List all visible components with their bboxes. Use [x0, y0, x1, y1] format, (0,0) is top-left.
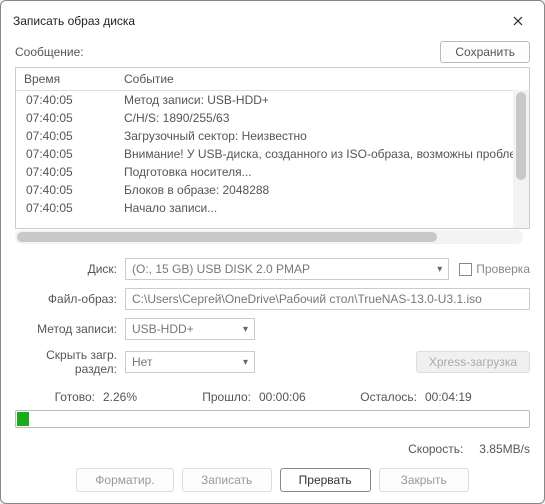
elapsed-value: 00:00:06 [259, 390, 329, 404]
table-row: 07:40:05Начало записи... [16, 199, 529, 217]
save-button[interactable]: Сохранить [440, 41, 530, 63]
vertical-scrollbar[interactable] [513, 90, 529, 228]
checkbox-icon [459, 263, 472, 276]
remain-value: 00:04:19 [425, 390, 472, 404]
hide-label: Скрыть загр. раздел: [15, 348, 125, 376]
message-row: Сообщение: Сохранить [15, 41, 530, 63]
table-row: 07:40:05Загрузочный сектор: Неизвестно [16, 127, 529, 145]
write-method-select[interactable]: USB-HDD+ ▾ [125, 318, 255, 340]
hide-partition-select[interactable]: Нет ▾ [125, 351, 255, 373]
speed-value: 3.85MB/s [479, 442, 530, 456]
dialog-window: Записать образ диска Сообщение: Сохранит… [0, 0, 545, 504]
remain-label: Осталось: [337, 390, 417, 404]
progress-bar [15, 410, 530, 428]
disk-row: (O:, 15 GB) USB DISK 2.0 PMAP ▾ Проверка [125, 258, 530, 280]
elapsed-label: Прошло: [171, 390, 251, 404]
progress-labels: Готово: 2.26% Прошло: 00:00:06 Осталось:… [15, 390, 530, 404]
form-grid: Диск: (O:, 15 GB) USB DISK 2.0 PMAP ▾ Пр… [15, 258, 530, 376]
chevron-down-icon: ▾ [437, 264, 442, 275]
chevron-down-icon: ▾ [243, 324, 248, 335]
message-label: Сообщение: [15, 45, 84, 59]
speed-label: Скорость: [408, 442, 463, 456]
method-label: Метод записи: [15, 322, 125, 336]
titlebar: Записать образ диска [1, 1, 544, 41]
content-area: Сообщение: Сохранить Время Событие 07:40… [1, 41, 544, 503]
table-row: 07:40:05Подготовка носителя... [16, 163, 529, 181]
scroll-thumb[interactable] [17, 232, 437, 242]
hide-row: Нет ▾ Xpress-загрузка [125, 351, 530, 373]
table-row: 07:40:05Внимание! У USB-диска, созданног… [16, 145, 529, 163]
verify-checkbox[interactable]: Проверка [459, 262, 530, 276]
window-title: Записать образ диска [13, 14, 135, 28]
close-button: Закрыть [379, 468, 469, 492]
abort-button[interactable]: Прервать [280, 468, 371, 492]
file-path-field[interactable]: C:\Users\Сергей\OneDrive\Рабочий стол\Tr… [125, 288, 530, 310]
speed-row: Скорость: 3.85MB/s [15, 442, 530, 456]
progress-fill [17, 412, 29, 426]
table-row: 07:40:05Блоков в образе: 2048288 [16, 181, 529, 199]
ready-value: 2.26% [103, 390, 163, 404]
xpress-boot-button: Xpress-загрузка [416, 351, 530, 373]
log-header-event[interactable]: Событие [116, 68, 529, 90]
chevron-down-icon: ▾ [243, 357, 248, 368]
scroll-thumb[interactable] [516, 92, 526, 180]
write-button: Записать [182, 468, 272, 492]
log-list: Время Событие 07:40:05Метод записи: USB-… [15, 67, 530, 229]
file-label: Файл-образ: [15, 292, 125, 306]
log-header: Время Событие [16, 68, 529, 91]
table-row: 07:40:05Метод записи: USB-HDD+ [16, 91, 529, 109]
log-body: 07:40:05Метод записи: USB-HDD+ 07:40:05C… [16, 91, 529, 226]
disk-label: Диск: [15, 262, 125, 276]
close-icon[interactable] [500, 9, 536, 33]
horizontal-scrollbar[interactable] [15, 230, 523, 244]
method-row: USB-HDD+ ▾ [125, 318, 530, 340]
ready-label: Готово: [15, 390, 95, 404]
button-row: Форматир. Записать Прервать Закрыть [15, 468, 530, 492]
table-row: 07:40:05C/H/S: 1890/255/63 [16, 109, 529, 127]
disk-select[interactable]: (O:, 15 GB) USB DISK 2.0 PMAP ▾ [125, 258, 449, 280]
format-button: Форматир. [76, 468, 173, 492]
log-header-time[interactable]: Время [16, 68, 116, 90]
